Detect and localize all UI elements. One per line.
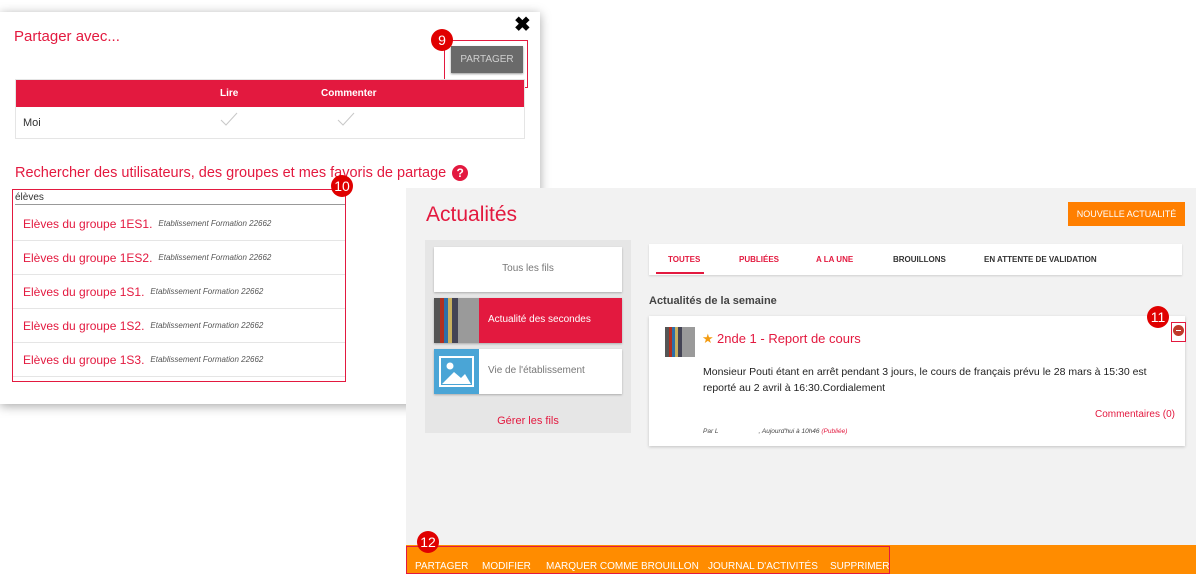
- tab-toutes[interactable]: TOUTES: [668, 255, 700, 264]
- status-badge: (Publiée): [821, 428, 848, 435]
- action-mark-draft[interactable]: MARQUER COMME BROUILLON: [546, 561, 699, 572]
- group-name: Elèves du groupe 1S1.: [23, 284, 145, 299]
- feed-label: Tous les fils: [502, 263, 554, 274]
- star-icon: ★: [702, 331, 714, 346]
- group-institution: Etablissement Formation 22662: [150, 287, 264, 296]
- comments-link[interactable]: Commentaires (0): [1095, 409, 1175, 420]
- action-edit[interactable]: MODIFIER: [482, 561, 531, 572]
- comment-checkbox-icon[interactable]: [337, 112, 355, 126]
- help-icon[interactable]: ?: [452, 165, 469, 182]
- group-institution: Etablissement Formation 22662: [150, 321, 264, 330]
- list-item[interactable]: Elèves du groupe 1ES1. Etablissement For…: [13, 207, 345, 241]
- group-name: Elèves du groupe 1ES1.: [23, 216, 153, 231]
- manage-feeds-link[interactable]: Gérer les fils: [425, 415, 631, 427]
- feed-all[interactable]: Tous les fils: [434, 247, 622, 292]
- article-body: Monsieur Pouti étant en arrêt pendant 3 …: [703, 366, 1147, 394]
- action-activity-log[interactable]: JOURNAL D'ACTIVITÉS: [708, 561, 818, 572]
- feed-vie-etablissement[interactable]: Vie de l'établissement: [434, 349, 622, 394]
- list-item[interactable]: Elèves du groupe 1S3. Etablissement Form…: [13, 343, 345, 377]
- image-placeholder-icon: [434, 349, 479, 394]
- rights-table-header: Lire Commenter: [16, 80, 524, 107]
- article-title[interactable]: 2nde 1 - Report de cours: [717, 331, 861, 346]
- new-news-button[interactable]: NOUVELLE ACTUALITÉ: [1068, 202, 1185, 226]
- tab-publiees[interactable]: PUBLIÉES: [739, 255, 779, 264]
- news-page: Actualités NOUVELLE ACTUALITÉ Tous les f…: [406, 188, 1196, 574]
- tab-a-la-une[interactable]: A LA UNE: [816, 255, 853, 264]
- column-comment: Commenter: [321, 88, 377, 99]
- group-institution: Etablissement Formation 22662: [150, 355, 264, 364]
- feed-secondes[interactable]: Actualité des secondes: [434, 298, 622, 343]
- callout-badge-10: 10: [331, 175, 353, 197]
- group-institution: Etablissement Formation 22662: [158, 219, 272, 228]
- search-heading: Rechercher des utilisateurs, des groupes…: [15, 165, 469, 182]
- callout-badge-12: 12: [417, 531, 439, 553]
- article-date: , Aujourd'hui à 10h46: [758, 428, 820, 435]
- group-name: Elèves du groupe 1ES2.: [23, 250, 153, 265]
- action-delete[interactable]: SUPPRIMER: [830, 561, 889, 572]
- page-title: Actualités: [426, 203, 518, 226]
- filter-tabs: TOUTES PUBLIÉES A LA UNE BROUILLONS EN A…: [649, 244, 1182, 275]
- search-heading-text: Rechercher des utilisateurs, des groupes…: [15, 165, 447, 181]
- search-input[interactable]: [15, 191, 345, 205]
- feeds-sidebar: Tous les fils Actualité des secondes Vie…: [425, 240, 631, 433]
- search-results-list: Elèves du groupe 1ES1. Etablissement For…: [13, 207, 345, 377]
- article-meta: Par L , Aujourd'hui à 10h46 (Publiée): [703, 428, 847, 435]
- list-item[interactable]: Elèves du groupe 1ES2. Etablissement For…: [13, 241, 345, 275]
- read-checkbox-icon[interactable]: [220, 112, 238, 126]
- section-heading: Actualités de la semaine: [649, 295, 777, 307]
- share-button[interactable]: PARTAGER: [451, 46, 523, 73]
- list-item[interactable]: Elèves du groupe 1S2. Etablissement Form…: [13, 309, 345, 343]
- table-row: Moi: [16, 107, 524, 138]
- tab-en-attente[interactable]: EN ATTENTE DE VALIDATION: [984, 255, 1097, 264]
- close-icon[interactable]: ✖: [514, 15, 531, 35]
- rights-row-name: Moi: [23, 117, 41, 129]
- tab-brouillons[interactable]: BROUILLONS: [893, 255, 946, 264]
- callout-badge-11: 11: [1147, 306, 1169, 328]
- group-name: Elèves du groupe 1S3.: [23, 352, 145, 367]
- feed-label: Actualité des secondes: [488, 314, 591, 325]
- active-tab-indicator: [656, 272, 704, 274]
- group-institution: Etablissement Formation 22662: [158, 253, 272, 262]
- books-thumbnail: [434, 298, 479, 343]
- action-share[interactable]: PARTAGER: [415, 561, 468, 572]
- rights-table: Lire Commenter Moi: [15, 79, 525, 139]
- feed-label: Vie de l'établissement: [488, 365, 585, 376]
- screenshot-stage: Partager avec... ✖ PARTAGER Lire Comment…: [0, 0, 1196, 574]
- group-name: Elèves du groupe 1S2.: [23, 318, 145, 333]
- article-author: Par L: [703, 428, 719, 435]
- remove-icon[interactable]: [1173, 325, 1184, 336]
- article-thumbnail: [665, 327, 695, 357]
- news-article-card[interactable]: ★ 2nde 1 - Report de cours Monsieur Pout…: [649, 316, 1185, 446]
- column-read: Lire: [220, 88, 239, 99]
- share-dialog-title: Partager avec...: [14, 28, 120, 45]
- callout-badge-9: 9: [431, 29, 453, 51]
- list-item[interactable]: Elèves du groupe 1S1. Etablissement Form…: [13, 275, 345, 309]
